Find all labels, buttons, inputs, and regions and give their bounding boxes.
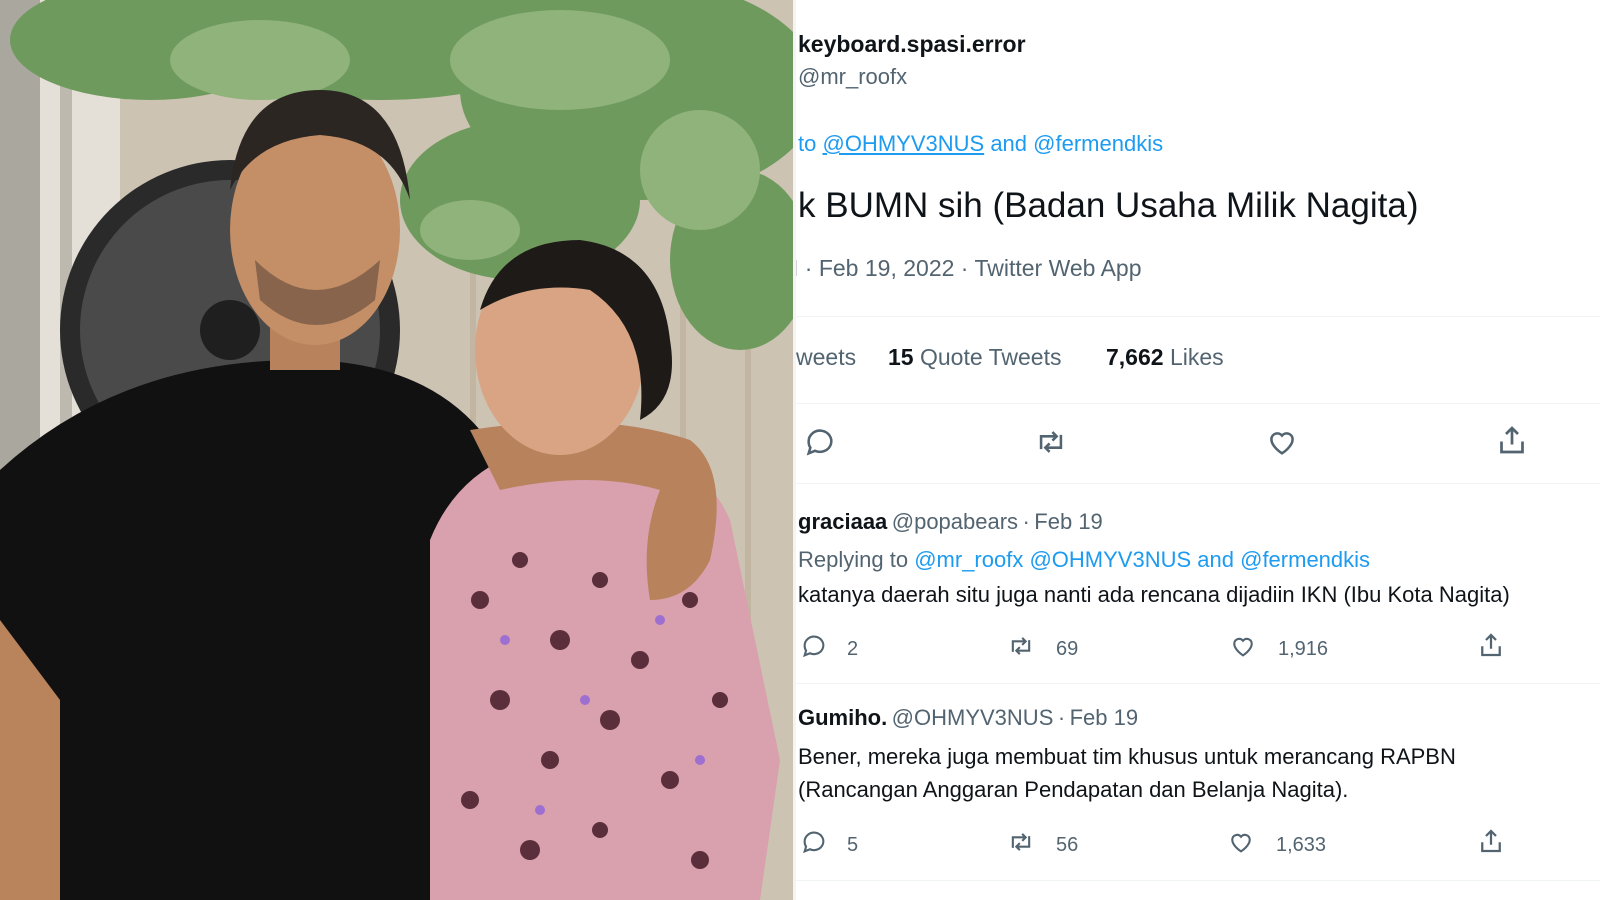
likes-label: Likes: [1169, 344, 1224, 370]
reply-icon[interactable]: [800, 828, 828, 856]
divider: [796, 316, 1600, 317]
replying-prefix: Replying to: [798, 547, 909, 572]
reply-author-handle[interactable]: @popabears: [892, 509, 1018, 534]
meta-separator: ·: [960, 255, 969, 281]
replying-user-link-2[interactable]: @fermendkis: [1033, 131, 1163, 156]
quote-label: Quote Tweets: [919, 344, 1062, 370]
like-icon[interactable]: [1228, 632, 1258, 660]
share-icon[interactable]: [1476, 826, 1506, 856]
replying-user-link[interactable]: @OHMYV3NUS: [822, 131, 984, 156]
replying-user-links[interactable]: @mr_roofx @OHMYV3NUS: [914, 547, 1191, 572]
photo-illustration: [0, 0, 793, 900]
reply-author-name[interactable]: Gumiho.: [798, 705, 887, 730]
divider: [796, 483, 1600, 484]
reply-separator: ·: [1022, 509, 1030, 534]
replying-to: to @OHMYV3NUS and @fermendkis: [798, 131, 1163, 157]
share-icon[interactable]: [1494, 422, 1530, 458]
divider: [796, 880, 1600, 881]
tweet-meta: I · Feb 19, 2022 · Twitter Web App: [796, 255, 1142, 282]
reply-icon[interactable]: [800, 632, 828, 660]
meta-separator: ·: [804, 255, 813, 281]
retweet-count: 56: [1056, 834, 1079, 856]
reply-separator: ·: [1057, 705, 1066, 730]
author-name[interactable]: keyboard.spasi.error: [798, 31, 1026, 58]
tweet-text: k BUMN sih (Badan Usaha Milik Nagita): [798, 186, 1419, 225]
like-count: 1,916: [1278, 638, 1329, 660]
like-icon[interactable]: [1226, 828, 1256, 856]
reply-header: graciaaa @popabears · Feb 19: [798, 509, 1103, 535]
author-handle[interactable]: @mr_roofx: [798, 64, 907, 90]
quote-count: 15: [888, 344, 914, 370]
reply-count: 5: [847, 834, 859, 856]
replying-and: and: [1197, 547, 1234, 572]
replying-prefix: to: [798, 131, 817, 156]
like-count: 1,633: [1276, 834, 1327, 856]
reply-text-line-1: Bener, mereka juga membuat tim khusus un…: [798, 744, 1456, 769]
reply-date[interactable]: Feb 19: [1070, 705, 1139, 730]
likes-stat[interactable]: 7,662 Likes: [1106, 344, 1224, 371]
reply-header: Gumiho. @OHMYV3NUS · Feb 19: [798, 705, 1138, 731]
reply-icon[interactable]: [803, 425, 837, 459]
reply-text: katanya daerah situ juga nanti ada renca…: [798, 582, 1510, 607]
tweet-panel: keyboard.spasi.error @mr_roofx to @OHMYV…: [796, 0, 1600, 900]
reply-text-line-2: (Rancangan Anggaran Pendapatan dan Belan…: [798, 777, 1349, 802]
tweet-source[interactable]: Twitter Web App: [974, 255, 1141, 281]
reply-author-name[interactable]: graciaaa: [798, 509, 887, 534]
replying-user-link-last[interactable]: @fermendkis: [1240, 547, 1370, 572]
reply-author-handle[interactable]: @OHMYV3NUS: [892, 705, 1054, 730]
likes-count: 7,662: [1106, 344, 1164, 370]
replying-and: and: [990, 131, 1028, 156]
quote-tweets-stat[interactable]: 15 Quote Tweets: [888, 344, 1061, 371]
tweet-time[interactable]: I: [796, 255, 798, 281]
reply-count: 2: [847, 638, 859, 660]
retweet-count: 69: [1056, 638, 1079, 660]
retweet-icon[interactable]: [1033, 425, 1069, 459]
photo-couple: [0, 0, 793, 900]
tweet-date[interactable]: Feb 19, 2022: [819, 255, 955, 281]
share-icon[interactable]: [1476, 630, 1506, 660]
retweets-stat[interactable]: weets: [796, 344, 856, 370]
reply-date[interactable]: Feb 19: [1034, 509, 1103, 534]
like-icon[interactable]: [1264, 425, 1300, 459]
retweet-icon[interactable]: [1006, 632, 1036, 660]
divider: [796, 403, 1600, 404]
retweet-icon[interactable]: [1006, 828, 1036, 856]
tweet-stats: weets: [796, 344, 856, 371]
divider: [796, 683, 1600, 684]
reply-replying-to: Replying to @mr_roofx @OHMYV3NUS and @fe…: [798, 547, 1370, 573]
